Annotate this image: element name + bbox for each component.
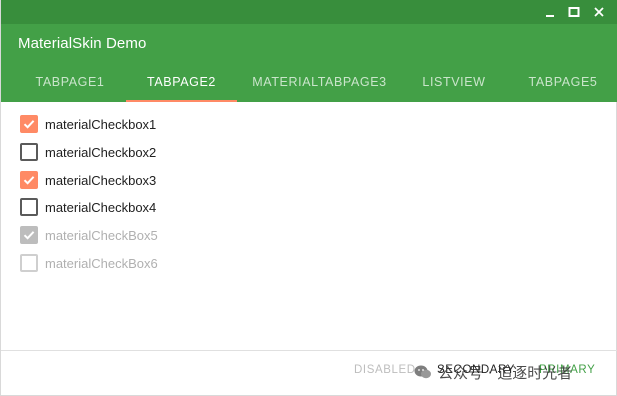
checkbox-label: materialCheckbox2 [45,144,157,160]
tab-bar: TABPAGE1 TABPAGE2 MATERIALTABPAGE3 LISTV… [1,62,617,102]
disabled-button: DISABLED [354,364,416,376]
footer-bar: DISABLED SECONDARY PRIMARY 公众号 · 追逐时光者 [1,351,617,396]
maximize-icon[interactable] [562,0,586,24]
app-header: MaterialSkin Demo TABPAGE1 TABPAGE2 MATE… [1,24,617,102]
checkbox-label: materialCheckbox1 [45,116,157,132]
tab-tabpage5[interactable]: TABPAGE5 [511,62,615,102]
checkbox-checked-icon[interactable] [20,115,38,133]
tab-listview[interactable]: LISTVIEW [406,62,502,102]
tab-content: materialCheckbox1 materialCheckbox2 mate… [1,102,617,350]
app-window: MaterialSkin Demo TABPAGE1 TABPAGE2 MATE… [0,0,617,396]
window-titlebar[interactable] [1,0,617,24]
checkbox-unchecked-icon[interactable] [20,198,38,216]
checkbox-1[interactable]: materialCheckbox1 [20,113,156,135]
checkbox-label: materialCheckBox5 [45,227,158,243]
checkbox-6-disabled: materialCheckBox6 [20,252,158,274]
tab-tabpage2[interactable]: TABPAGE2 [126,62,237,102]
watermark: 公众号 · 追逐时光者 [413,360,572,384]
checkbox-checked-disabled-icon [20,226,38,244]
app-title: MaterialSkin Demo [18,35,147,52]
tab-materialtabpage3[interactable]: MATERIALTABPAGE3 [241,62,398,102]
checkbox-label: materialCheckBox6 [45,255,158,271]
checkbox-4[interactable]: materialCheckbox4 [20,196,156,218]
minimize-icon[interactable] [538,0,562,24]
checkbox-3[interactable]: materialCheckbox3 [20,169,156,191]
checkbox-unchecked-disabled-icon [20,254,38,272]
checkbox-unchecked-icon[interactable] [20,143,38,161]
tab-tabpage1[interactable]: TABPAGE1 [19,62,121,102]
checkbox-label: materialCheckbox4 [45,199,157,215]
wechat-icon [414,365,431,379]
checkbox-2[interactable]: materialCheckbox2 [20,141,156,163]
checkbox-5-disabled: materialCheckBox5 [20,224,158,246]
checkbox-checked-icon[interactable] [20,171,38,189]
checkbox-label: materialCheckbox3 [45,172,157,188]
watermark-text: 公众号 · 追逐时光者 [438,363,573,382]
close-icon[interactable] [587,0,611,24]
